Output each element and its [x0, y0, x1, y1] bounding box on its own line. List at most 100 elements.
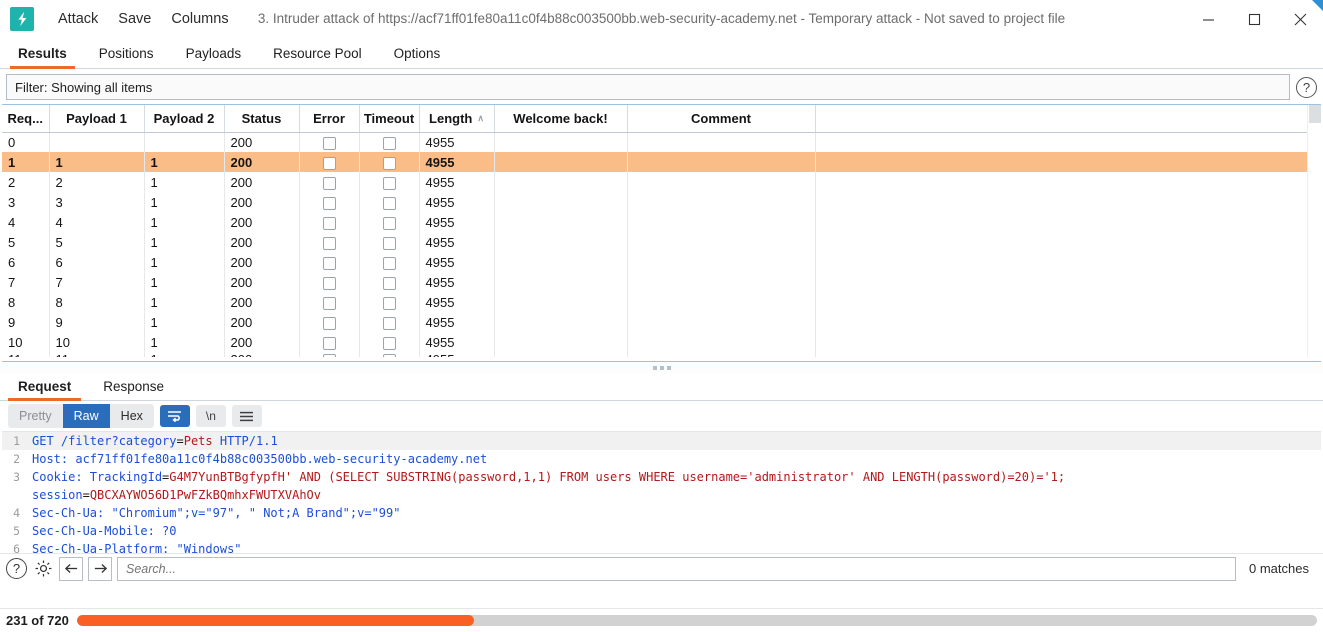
tab-request[interactable]: Request: [2, 376, 87, 400]
table-row[interactable]: 7712004955: [2, 272, 1307, 292]
cell-error[interactable]: [299, 272, 359, 292]
checkbox-icon[interactable]: [323, 177, 336, 190]
checkbox-icon[interactable]: [383, 237, 396, 250]
request-line-text: Sec-Ch-Ua-Platform: "Windows": [26, 540, 242, 553]
maximize-icon[interactable]: [1231, 0, 1277, 38]
checkbox-icon[interactable]: [323, 337, 336, 350]
checkbox-icon[interactable]: [383, 197, 396, 210]
checkbox-icon[interactable]: [323, 157, 336, 170]
checkbox-icon[interactable]: [383, 317, 396, 330]
question-mark-icon[interactable]: ?: [6, 558, 27, 579]
cell-error[interactable]: [299, 132, 359, 152]
gear-icon[interactable]: [32, 558, 54, 580]
tab-results[interactable]: Results: [2, 42, 83, 68]
table-row[interactable]: 5512004955: [2, 232, 1307, 252]
col-header-payload-1[interactable]: Payload 1: [49, 105, 144, 132]
col-header-req[interactable]: Req...: [2, 105, 49, 132]
cell-error[interactable]: [299, 152, 359, 172]
menu-save[interactable]: Save: [108, 7, 161, 31]
cell-error[interactable]: [299, 212, 359, 232]
table-row[interactable]: 9912004955: [2, 312, 1307, 332]
cell-welcome-back: [494, 132, 627, 152]
cell-timeout[interactable]: [359, 152, 419, 172]
cell-timeout[interactable]: [359, 272, 419, 292]
newline-toggle-icon[interactable]: \n: [196, 405, 226, 427]
checkbox-icon[interactable]: [383, 297, 396, 310]
filter-bar[interactable]: Filter: Showing all items: [6, 74, 1290, 100]
cell-error[interactable]: [299, 292, 359, 312]
cell-timeout[interactable]: [359, 332, 419, 352]
tab-payloads[interactable]: Payloads: [170, 42, 258, 68]
checkbox-icon[interactable]: [323, 257, 336, 270]
tab-resource-pool[interactable]: Resource Pool: [257, 42, 378, 68]
checkbox-icon[interactable]: [323, 197, 336, 210]
question-mark-icon[interactable]: ?: [1296, 77, 1317, 98]
cell-filler: [815, 172, 1307, 192]
minimize-icon[interactable]: [1185, 0, 1231, 38]
cell-error[interactable]: [299, 312, 359, 332]
cell-timeout[interactable]: [359, 312, 419, 332]
col-header-error[interactable]: Error: [299, 105, 359, 132]
cell-timeout[interactable]: [359, 172, 419, 192]
cell-error[interactable]: [299, 192, 359, 212]
results-vertical-scrollbar[interactable]: [1307, 105, 1321, 361]
cell-error[interactable]: [299, 172, 359, 192]
raw-button[interactable]: Raw: [63, 404, 110, 428]
checkbox-icon[interactable]: [383, 257, 396, 270]
cell-error[interactable]: [299, 332, 359, 352]
arrow-left-icon[interactable]: [59, 557, 83, 581]
checkbox-icon[interactable]: [323, 317, 336, 330]
table-row[interactable]: 2212004955: [2, 172, 1307, 192]
checkbox-icon[interactable]: [323, 277, 336, 290]
checkbox-icon[interactable]: [323, 237, 336, 250]
table-row[interactable]: 02004955: [2, 132, 1307, 152]
table-row[interactable]: 8812004955: [2, 292, 1307, 312]
col-header-timeout[interactable]: Timeout: [359, 105, 419, 132]
table-row[interactable]: 101012004955: [2, 332, 1307, 352]
cell-timeout[interactable]: [359, 292, 419, 312]
checkbox-icon[interactable]: [383, 157, 396, 170]
cell-timeout[interactable]: [359, 232, 419, 252]
col-header-length[interactable]: Length∧: [419, 105, 494, 132]
cell-timeout[interactable]: [359, 252, 419, 272]
hex-button[interactable]: Hex: [110, 404, 154, 428]
cell-timeout[interactable]: [359, 132, 419, 152]
request-editor[interactable]: 1GET /filter?category=Pets HTTP/1.12Host…: [2, 431, 1321, 553]
cell-welcome-back: [494, 312, 627, 332]
arrow-right-icon[interactable]: [88, 557, 112, 581]
checkbox-icon[interactable]: [323, 217, 336, 230]
checkbox-icon[interactable]: [383, 177, 396, 190]
cell-length: 4955: [419, 312, 494, 332]
checkbox-icon[interactable]: [323, 137, 336, 150]
table-row[interactable]: 1112004955: [2, 152, 1307, 172]
tab-options[interactable]: Options: [378, 42, 457, 68]
request-token: =: [83, 488, 90, 502]
checkbox-icon[interactable]: [323, 297, 336, 310]
panel-splitter[interactable]: [0, 362, 1323, 373]
col-header-status[interactable]: Status: [224, 105, 299, 132]
results-scroll-thumb[interactable]: [1309, 105, 1321, 123]
table-row[interactable]: 3312004955: [2, 192, 1307, 212]
cell-error[interactable]: [299, 252, 359, 272]
cell-timeout[interactable]: [359, 212, 419, 232]
search-input[interactable]: [117, 557, 1236, 581]
checkbox-icon[interactable]: [383, 217, 396, 230]
cell-timeout[interactable]: [359, 192, 419, 212]
checkbox-icon[interactable]: [383, 137, 396, 150]
pretty-button[interactable]: Pretty: [8, 404, 63, 428]
cell-error[interactable]: [299, 232, 359, 252]
tab-response[interactable]: Response: [87, 376, 180, 400]
menu-columns[interactable]: Columns: [161, 7, 238, 31]
table-row[interactable]: 6612004955: [2, 252, 1307, 272]
hamburger-menu-icon[interactable]: [232, 405, 262, 427]
col-header-payload-2[interactable]: Payload 2: [144, 105, 224, 132]
word-wrap-icon[interactable]: [160, 405, 190, 427]
col-header-comment[interactable]: Comment: [627, 105, 815, 132]
tab-positions[interactable]: Positions: [83, 42, 170, 68]
checkbox-icon[interactable]: [383, 277, 396, 290]
table-row[interactable]: 4412004955: [2, 212, 1307, 232]
col-header-welcome-back[interactable]: Welcome back!: [494, 105, 627, 132]
cell-welcome-back: [494, 192, 627, 212]
menu-attack[interactable]: Attack: [48, 7, 108, 31]
checkbox-icon[interactable]: [383, 337, 396, 350]
